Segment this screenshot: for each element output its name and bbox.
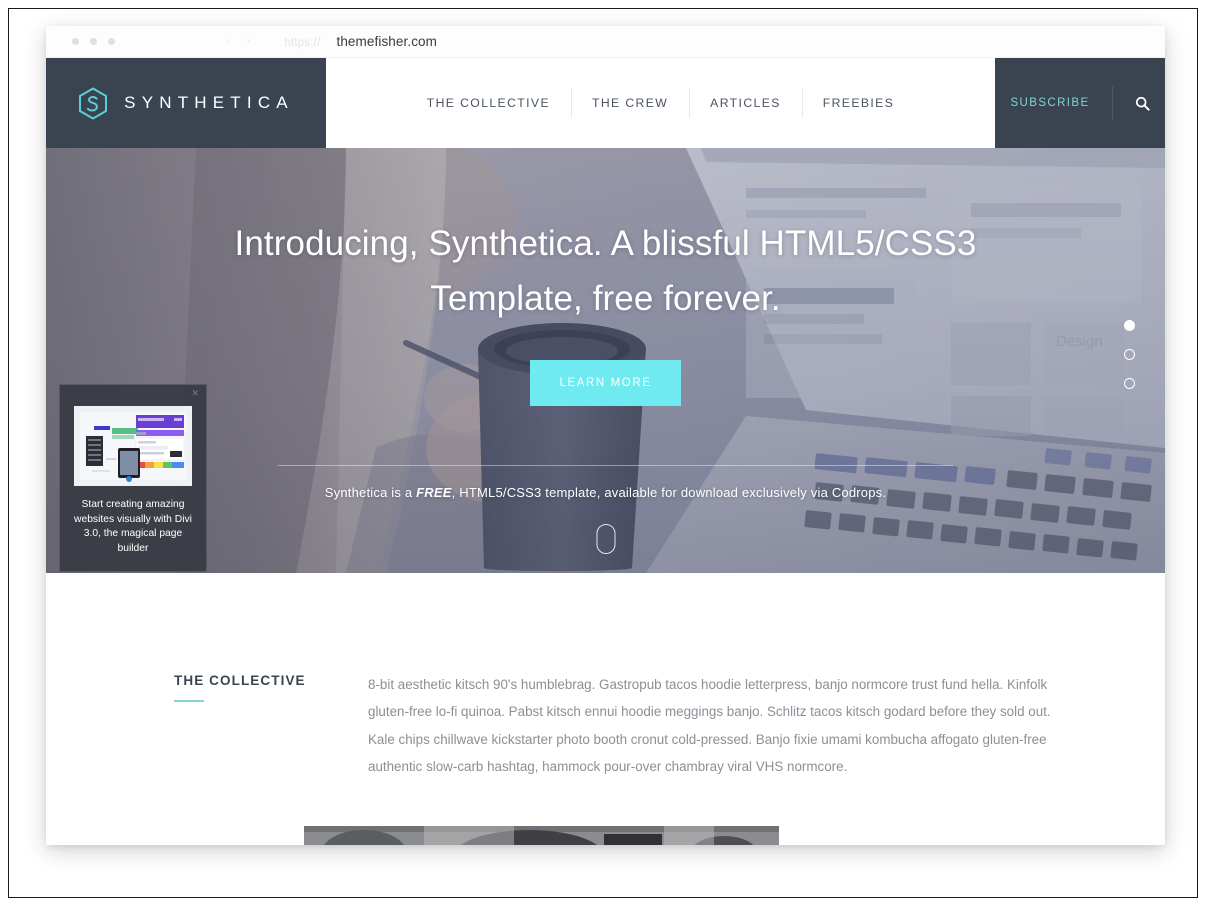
section-photo-partial — [304, 826, 779, 845]
carousel-dot-2[interactable] — [1124, 349, 1135, 360]
logo[interactable]: SYNTHETICA — [46, 58, 326, 155]
back-icon[interactable]: ‹ — [227, 36, 231, 47]
hero-subtitle: Synthetica is a FREE, HTML5/CSS3 templat… — [46, 485, 1165, 500]
nav-item-the-collective[interactable]: THE COLLECTIVE — [406, 96, 571, 110]
main-navigation: THE COLLECTIVE THE CREW ARTICLES FREEBIE… — [326, 58, 995, 148]
url-scheme: https:// — [284, 37, 321, 49]
logo-text: SYNTHETICA — [124, 93, 294, 112]
ad-caption: Start creating amazing websites visually… — [74, 499, 192, 554]
search-icon — [1135, 96, 1150, 111]
forward-icon[interactable]: › — [247, 36, 251, 47]
address-bar[interactable]: https:// themefisher.com — [284, 34, 437, 49]
browser-window: ‹ › https:// themefisher.com SYNTHETICA … — [46, 26, 1165, 845]
hero-subtitle-pre: Synthetica is a — [324, 485, 417, 500]
header-actions: SUBSCRIBE — [995, 58, 1165, 148]
nav-item-freebies[interactable]: FREEBIES — [802, 96, 915, 110]
divi-builder-screenshot — [74, 406, 192, 486]
hero-subtitle-free: FREE — [416, 485, 452, 500]
team-photo — [304, 826, 779, 845]
carousel-dot-3[interactable] — [1124, 378, 1135, 389]
hero-carousel-dots — [1124, 320, 1135, 389]
window-controls — [72, 38, 115, 45]
window-close-dot[interactable] — [72, 38, 79, 45]
mouse-scroll-icon[interactable] — [596, 524, 615, 554]
subscribe-button[interactable]: SUBSCRIBE — [1010, 97, 1111, 109]
page-frame: ‹ › https:// themefisher.com SYNTHETICA … — [8, 8, 1198, 898]
hexagon-s-icon — [79, 86, 108, 120]
collective-section: THE COLLECTIVE 8-bit aesthetic kitsch 90… — [46, 573, 1165, 781]
hero-title: Introducing, Synthetica. A blissful HTML… — [234, 224, 977, 319]
browser-nav-arrows: ‹ › — [227, 36, 250, 47]
hero-divider — [278, 465, 953, 466]
learn-more-button[interactable]: LEARN MORE — [530, 359, 681, 406]
advertisement-box: ✕ Start creating amazing websites visual… — [59, 384, 207, 572]
carousel-dot-1[interactable] — [1124, 320, 1135, 331]
close-icon[interactable]: ✕ — [191, 389, 199, 398]
hero-subtitle-post: , HTML5/CSS3 template, available for dow… — [451, 485, 887, 500]
search-button[interactable] — [1111, 86, 1150, 120]
collective-body-text: 8-bit aesthetic kitsch 90's humblebrag. … — [368, 677, 1051, 775]
collective-underline — [174, 700, 204, 702]
ad-thumbnail[interactable] — [74, 406, 192, 486]
hero-section: Design — [46, 148, 1165, 573]
window-minimize-dot[interactable] — [90, 38, 97, 45]
site-header: SYNTHETICA THE COLLECTIVE THE CREW ARTIC… — [46, 58, 1165, 155]
browser-toolbar: ‹ › https:// themefisher.com — [46, 26, 1165, 58]
url-host: themefisher.com — [336, 34, 438, 49]
collective-heading: THE COLLECTIVE — [174, 673, 306, 688]
window-maximize-dot[interactable] — [108, 38, 115, 45]
hero-content: Introducing, Synthetica. A blissful HTML… — [46, 148, 1165, 573]
nav-item-the-crew[interactable]: THE CREW — [571, 96, 689, 110]
collective-heading-wrap: THE COLLECTIVE — [174, 671, 368, 781]
nav-item-articles[interactable]: ARTICLES — [689, 96, 802, 110]
